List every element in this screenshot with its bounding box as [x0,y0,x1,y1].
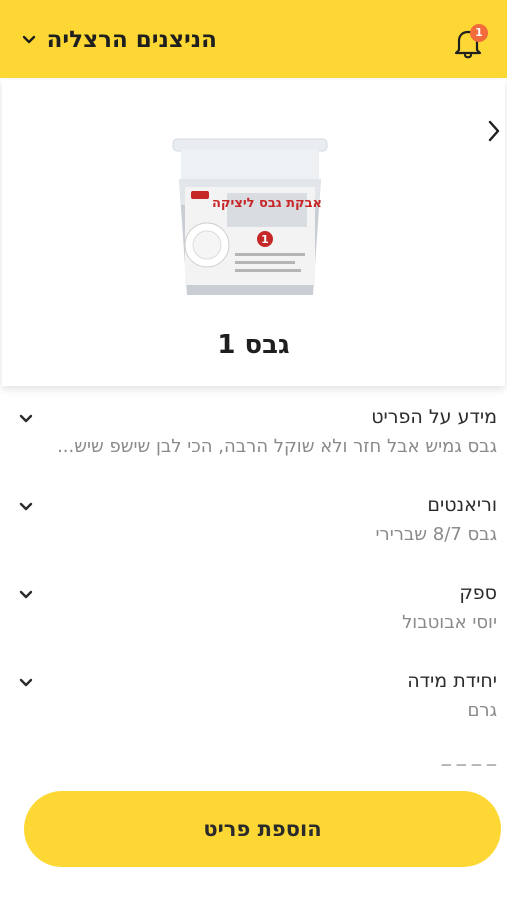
product-name: גבס 1 [217,330,290,360]
unit-value: גרם [467,700,497,721]
notification-badge: 1 [470,24,488,42]
scroll-fade-hint: ▁ ▁ ▁ ▁ [441,752,497,766]
unit-section[interactable]: יחידת מידה גרם [0,670,507,730]
chevron-down-icon [22,35,35,44]
product-image: 1 אבקת גבס ליציקה [172,138,328,295]
unit-label: יחידת מידה [407,670,497,692]
chevron-down-icon[interactable] [18,676,34,690]
variants-section[interactable]: וריאנטים גבס 8/7 שברירי [0,494,507,554]
variants-label: וריאנטים [427,494,497,516]
add-item-button[interactable]: הוספת פריט [24,791,501,867]
supplier-value: יוסי אבוטבול [402,612,497,633]
svg-text:1: 1 [261,233,269,246]
chevron-down-icon[interactable] [18,412,34,426]
supplier-section[interactable]: ספק יוסי אבוטבול [0,582,507,642]
store-selector[interactable]: הניצנים הרצליה [21,22,217,58]
chevron-down-icon[interactable] [18,588,34,602]
store-name: הניצנים הרצליה [46,27,217,53]
app-header: הניצנים הרצליה 1 [0,0,507,78]
supplier-label: ספק [459,582,497,604]
item-info-section[interactable]: מידע על הפריט גבס גמיש אבל חזר ולא שוקל … [0,406,507,466]
variants-value: גבס 8/7 שברירי [375,524,497,545]
chevron-right-icon[interactable] [484,118,504,144]
item-info-value: גבס גמיש אבל חזר ולא שוקל הרבה, הכי לבן … [57,436,497,457]
chevron-down-icon[interactable] [18,500,34,514]
svg-text:אבקת גבס ליציקה: אבקת גבס ליציקה [212,196,322,211]
item-info-label: מידע על הפריט [371,406,497,428]
